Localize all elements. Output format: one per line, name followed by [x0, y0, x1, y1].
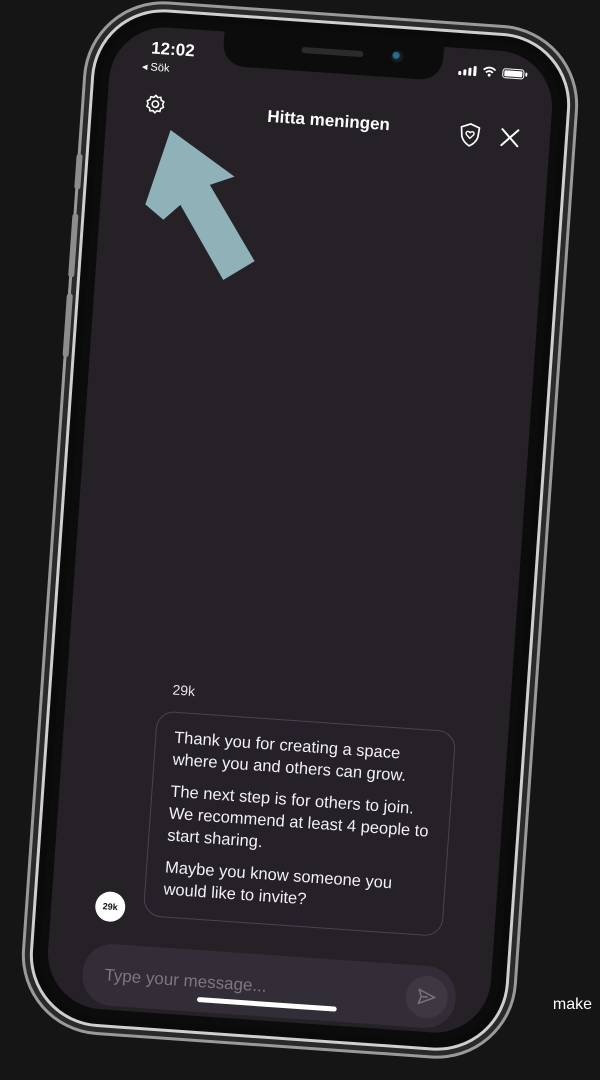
status-icons: [458, 64, 525, 80]
shield-heart-icon: [460, 123, 481, 147]
safety-button[interactable]: [455, 120, 485, 150]
annotation-arrow: [145, 129, 255, 281]
close-icon: [500, 128, 520, 148]
message-paragraph: Maybe you know someone you would like to…: [162, 858, 393, 909]
phone-mockup: 12:02 ◂ Sök Hitta meningen 29k Thank you…: [25, 4, 575, 1056]
front-camera: [390, 50, 404, 64]
send-icon: [417, 988, 436, 1005]
edge-text: make: [552, 996, 592, 1013]
annotation-arrow-shape: [145, 129, 255, 281]
avatar: 29k: [94, 890, 127, 923]
status-back-link[interactable]: ◂ Sök: [142, 60, 170, 75]
speaker-grille: [301, 46, 364, 58]
message-sender: 29k: [172, 681, 196, 700]
send-button[interactable]: [404, 974, 450, 1020]
close-button[interactable]: [495, 123, 525, 153]
wifi-icon: [483, 66, 497, 77]
message-paragraph: Thank you for creating a space where you…: [172, 728, 407, 785]
chat-message-bubble: Thank you for creating a space where you…: [142, 710, 457, 937]
message-paragraph: The next step is for others to join. We …: [166, 782, 430, 852]
battery-icon: [502, 67, 525, 80]
signal-icon: [458, 64, 477, 77]
screenshot-stage: 12:02 ◂ Sök Hitta meningen 29k Thank you…: [0, 0, 600, 1080]
app-screen: 12:02 ◂ Sök Hitta meningen 29k Thank you…: [44, 23, 556, 1037]
battery-level: [504, 69, 523, 77]
phone-side-button-mute: [74, 153, 83, 190]
status-time: 12:02: [150, 38, 196, 61]
